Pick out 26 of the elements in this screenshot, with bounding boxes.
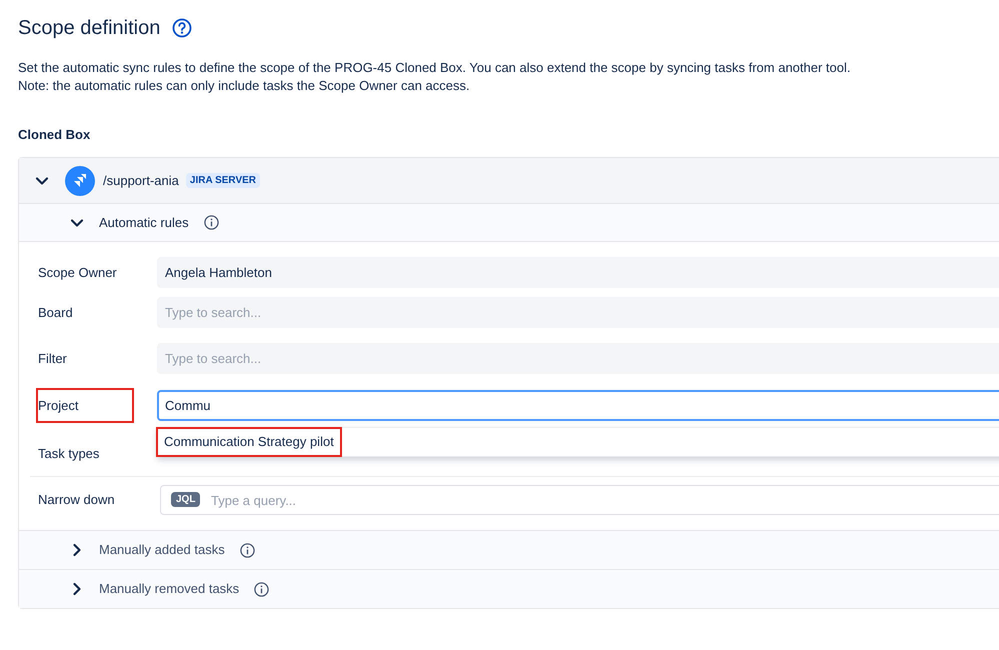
field-label: Task types — [38, 444, 100, 463]
field-label: Narrow down — [38, 491, 116, 510]
dropdown-option[interactable]: Communication Strategy pilot — [158, 429, 340, 454]
query-tag: JQL — [171, 492, 200, 507]
text-field[interactable]: Type to search... — [157, 343, 999, 374]
source-name: /support-ania — [103, 172, 179, 190]
section-toggle[interactable]: Manually removed tasks — [99, 579, 240, 599]
rules-heading[interactable]: Automatic rules — [99, 212, 189, 232]
field-label: Filter — [38, 350, 68, 368]
description-text: Note: the automatic rules can only include tasks the Scope Owner can access. — [18, 77, 471, 95]
info-icon[interactable] — [204, 215, 219, 230]
info-icon[interactable] — [254, 582, 270, 596]
text-field[interactable]: Angela Hambleton — [157, 257, 999, 288]
section-toggle[interactable]: Manually added tasks — [99, 540, 225, 560]
description-text: Set the automatic sync rules to define the scope of the PROG-45 Cloned Box. You can also extend the scope by syncing tasks from another tool. — [18, 59, 852, 77]
info-icon[interactable] — [240, 542, 255, 558]
page-title: Scope definition — [18, 16, 160, 41]
help-icon[interactable] — [172, 18, 192, 38]
product-badge: JIRA SERVER — [186, 173, 260, 188]
text-field[interactable]: Commu — [157, 390, 999, 421]
field-label: Board — [38, 304, 74, 322]
field-label: Scope Owner — [38, 264, 118, 282]
field-label: Project — [38, 390, 132, 421]
section-title: Cloned Box — [18, 126, 92, 143]
text-field[interactable]: Type to search... — [157, 297, 999, 328]
app-logo-icon — [65, 166, 95, 196]
